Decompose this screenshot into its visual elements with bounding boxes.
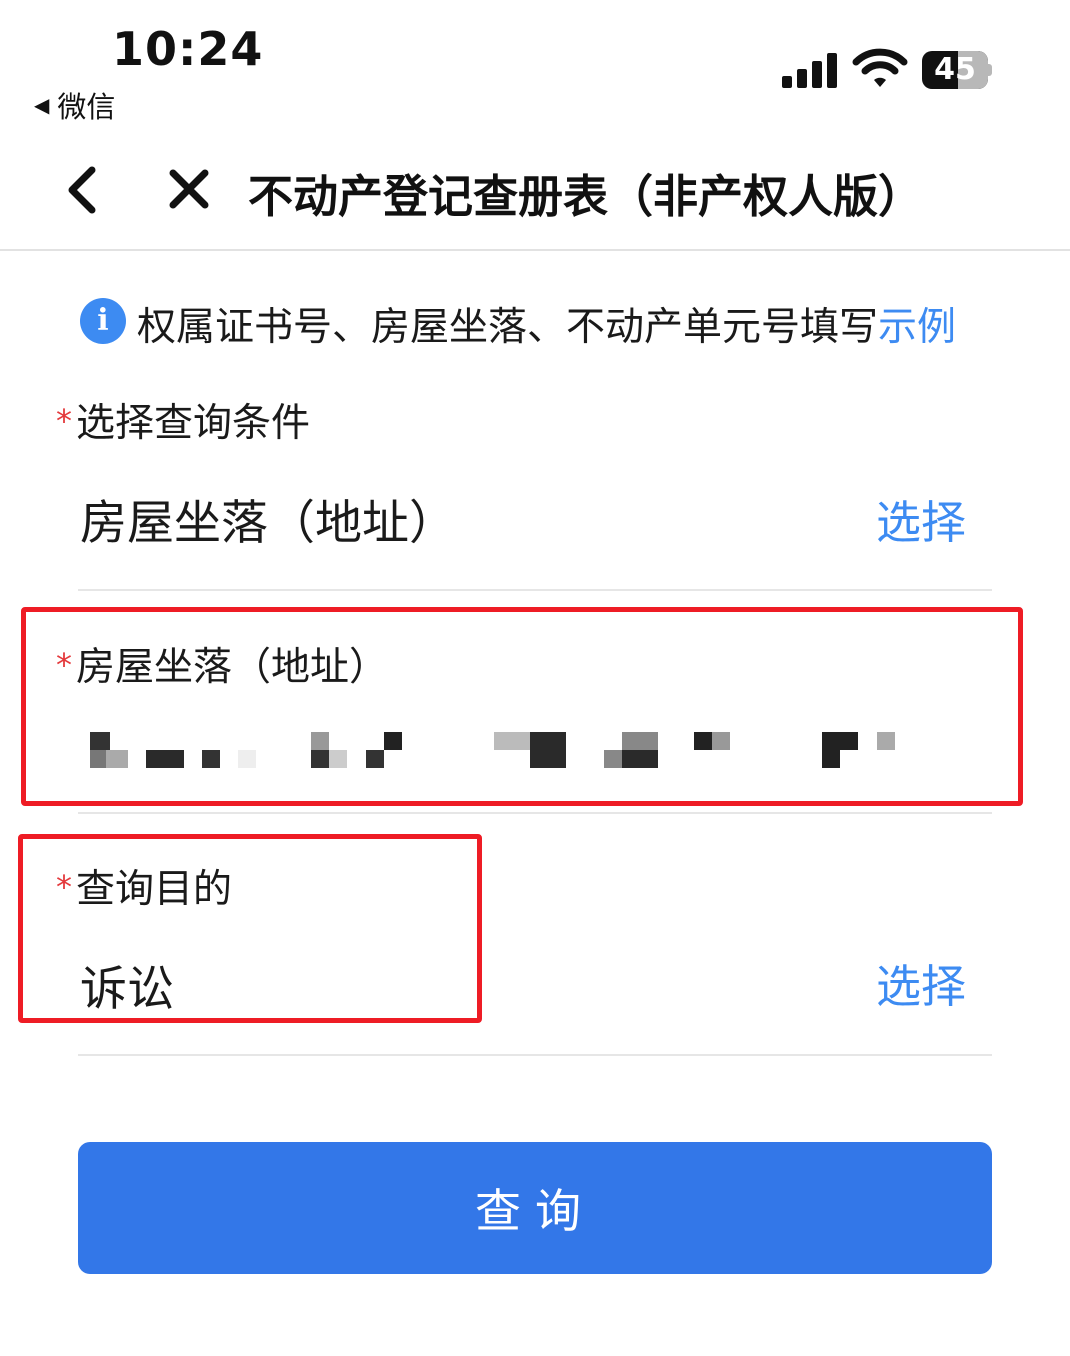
wifi-icon — [852, 48, 908, 87]
nav-divider — [0, 249, 1070, 251]
required-mark: * — [56, 402, 72, 440]
back-app-label: 微信 — [57, 90, 116, 124]
purpose-select-button[interactable]: 选择 — [876, 950, 966, 1015]
condition-label: * 选择查询条件 — [56, 401, 311, 446]
info-description: 权属证书号、房屋坐落、不动产单元号填写 — [137, 305, 879, 350]
back-triangle-icon: ◀ — [34, 93, 50, 117]
divider — [78, 589, 992, 591]
battery-icon: 45 — [922, 51, 992, 89]
query-button[interactable]: 查询 — [78, 1142, 992, 1274]
condition-value[interactable]: 房屋坐落（地址） — [80, 484, 456, 553]
cellular-signal-icon — [782, 52, 838, 88]
purpose-highlight-box — [18, 834, 482, 1023]
example-link[interactable]: 示例 — [878, 305, 956, 350]
back-to-app-link[interactable]: ◀ 微信 — [34, 84, 115, 126]
info-icon: i — [80, 298, 126, 344]
condition-select-button[interactable]: 选择 — [876, 486, 966, 551]
info-text: 权属证书号、房屋坐落、不动产单元号填写示例 — [137, 296, 956, 352]
divider — [78, 1054, 992, 1056]
close-icon[interactable] — [168, 168, 210, 210]
screen: 10:24 ◀ 微信 45 不动产登记查册表（非产权人版） i 权属证书号、房屋… — [0, 0, 1070, 1356]
address-highlight-box — [21, 607, 1023, 806]
chevron-left-icon[interactable] — [62, 166, 102, 214]
status-time: 10:24 — [112, 22, 264, 76]
divider — [78, 812, 992, 814]
page-title: 不动产登记查册表（非产权人版） — [248, 170, 924, 223]
battery-level: 45 — [934, 52, 976, 87]
